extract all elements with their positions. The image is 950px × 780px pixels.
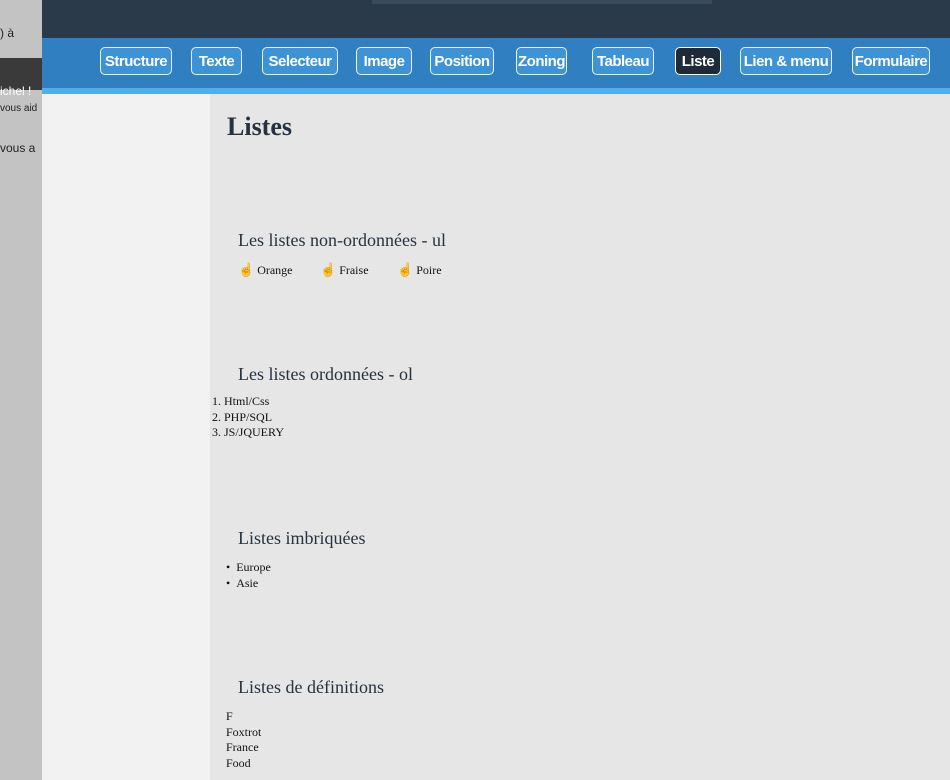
- background-window-strip: ) à ichel ! vous aid vous a: [0, 0, 42, 780]
- hand-pointer-icon: ☝: [320, 262, 337, 277]
- top-header-bar: [42, 0, 950, 38]
- main-navigation: Structure Texte Selecteur Image Position…: [42, 38, 950, 94]
- main-content: Listes Les listes non-ordonnées - ul ☝ Or…: [210, 94, 950, 780]
- background-text: ) à: [0, 26, 15, 40]
- definition-item: France: [226, 740, 259, 754]
- list-item: 2. PHP/SQL: [212, 409, 273, 424]
- section-title-ol: Les listes ordonnées - ol: [238, 364, 413, 384]
- browser-page: Structure Texte Selecteur Image Position…: [42, 0, 950, 780]
- definition-term: F: [226, 709, 233, 723]
- hand-pointer-icon: ☝: [238, 262, 255, 277]
- nested-list: Europe Asie: [226, 560, 271, 591]
- nav-item-position[interactable]: Position: [430, 47, 494, 75]
- background-text: ichel !: [0, 84, 32, 98]
- definition-item: Foxtrot: [226, 724, 262, 739]
- nav-item-selecteur[interactable]: Selecteur: [262, 47, 338, 75]
- hand-pointer-icon: ☝: [397, 262, 414, 277]
- definition-item: Food: [226, 755, 251, 770]
- list-item: 1. Html/Css: [212, 394, 270, 408]
- nav-item-lien-menu[interactable]: Lien & menu: [740, 47, 832, 75]
- background-text: vous aid: [0, 103, 38, 114]
- section-title-dl: Listes de définitions: [238, 677, 384, 697]
- definition-list: F Foxtrot France Food: [226, 709, 261, 771]
- left-sidebar: [42, 94, 210, 780]
- list-item: Europe: [226, 560, 271, 576]
- nav-item-tableau[interactable]: Tableau: [592, 47, 654, 75]
- nav-item-zoning[interactable]: Zoning: [516, 47, 567, 75]
- ordered-list: 1. Html/Css 2. PHP/SQL 3. JS/JQUERY: [212, 394, 284, 441]
- section-title-ul: Les listes non-ordonnées - ul: [238, 230, 446, 250]
- section-title-nested: Listes imbriquées: [238, 528, 366, 548]
- list-item: ☝ Orange: [238, 262, 293, 277]
- nav-item-texte[interactable]: Texte: [191, 47, 242, 75]
- list-item: ☝ Fraise: [320, 262, 369, 277]
- list-item: ☝ Poire: [397, 262, 442, 277]
- page-title: Listes: [227, 112, 292, 141]
- nav-item-image[interactable]: Image: [356, 47, 412, 75]
- nav-item-liste[interactable]: Liste: [675, 47, 721, 75]
- list-item: 3. JS/JQUERY: [212, 425, 285, 439]
- background-text: vous a: [0, 141, 36, 155]
- nav-item-structure[interactable]: Structure: [100, 47, 172, 75]
- list-item: Asie: [226, 576, 271, 592]
- nav-item-formulaire[interactable]: Formulaire: [852, 47, 930, 75]
